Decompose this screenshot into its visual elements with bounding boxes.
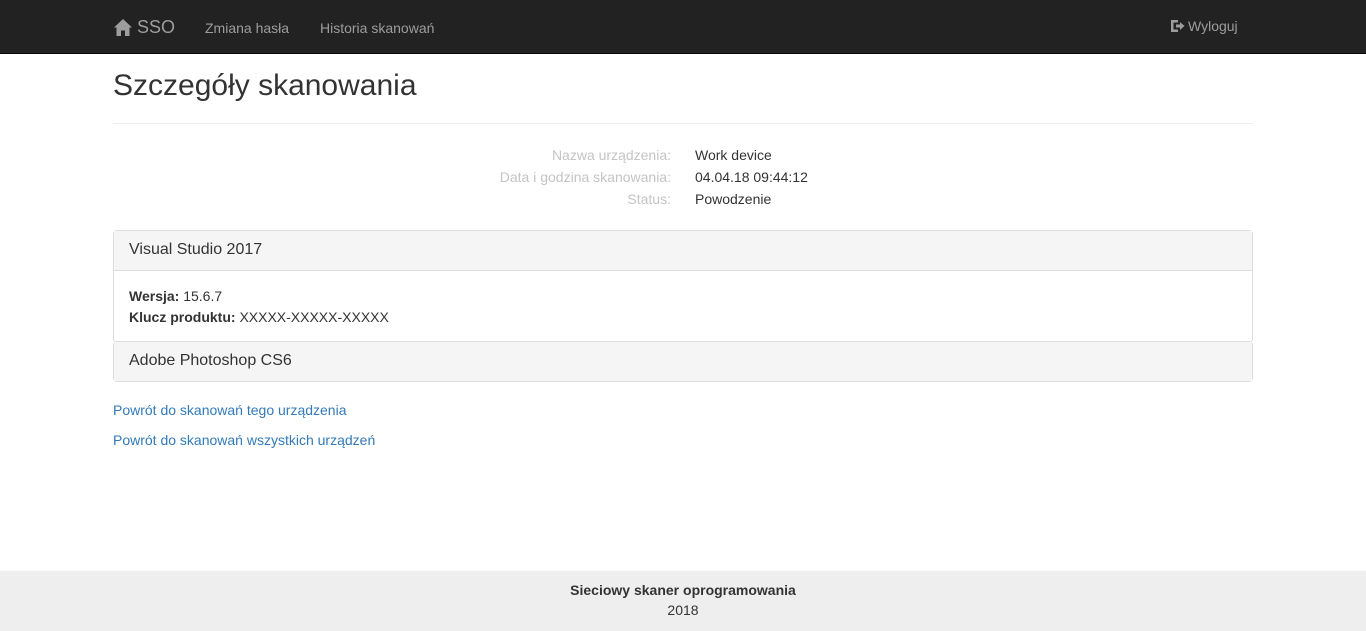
scan-details: Nazwa urządzenia: Work device Data i god… [113, 145, 1253, 211]
back-to-all-scans-link[interactable]: Powrót do skanowań wszystkich urządzeń [113, 430, 375, 450]
detail-row-device: Nazwa urządzenia: Work device [113, 145, 1253, 167]
footer-title: Sieciowy skaner oprogramowania [570, 582, 796, 598]
panel-body: Wersja: 15.6.7 Klucz produktu: XXXXX-XXX… [114, 270, 1252, 342]
detail-row-datetime: Data i godzina skanowania: 04.04.18 09:4… [113, 167, 1253, 189]
detail-value: Powodzenie [695, 191, 772, 207]
footer-year: 2018 [667, 602, 699, 618]
home-icon [114, 18, 132, 36]
brand-link[interactable]: SSO [113, 15, 175, 39]
version-line: Wersja: 15.6.7 [129, 286, 1237, 307]
detail-row-status: Status: Powodzenie [113, 189, 1253, 211]
detail-label: Status: [627, 191, 671, 207]
page-title: Szczegóły skanowania [113, 69, 417, 102]
footer: Sieciowy skaner oprogramowania 2018 [0, 571, 1366, 631]
detail-value: 04.04.18 09:44:12 [695, 169, 808, 185]
version-label: Wersja: [129, 288, 180, 304]
brand-label: SSO [137, 16, 176, 37]
software-panel-photoshop: Adobe Photoshop CS6 [113, 341, 1253, 382]
detail-value: Work device [695, 147, 772, 163]
panel-heading[interactable]: Visual Studio 2017 [114, 231, 1252, 270]
software-panel-visual-studio: Visual Studio 2017 Wersja: 15.6.7 Klucz … [113, 230, 1253, 343]
divider [113, 123, 1253, 124]
detail-label: Nazwa urządzenia: [551, 147, 671, 163]
navbar: SSO Zmiana hasła Historia skanowań Wylog… [0, 0, 1366, 54]
logout-icon [1171, 20, 1185, 32]
logout-link[interactable]: Wyloguj [1170, 17, 1238, 35]
nav-scan-history[interactable]: Historia skanowań [320, 19, 434, 37]
product-key-value: XXXXX-XXXXX-XXXXX [239, 309, 389, 325]
panel-heading[interactable]: Adobe Photoshop CS6 [114, 342, 1252, 381]
product-key-line: Klucz produktu: XXXXX-XXXXX-XXXXX [129, 307, 1237, 328]
detail-label: Data i godzina skanowania: [499, 169, 671, 185]
logout-label: Wyloguj [1188, 18, 1238, 34]
version-value: 15.6.7 [183, 288, 223, 304]
product-key-label: Klucz produktu: [129, 309, 236, 325]
nav-change-password[interactable]: Zmiana hasła [205, 19, 289, 37]
back-to-device-scans-link[interactable]: Powrót do skanowań tego urządzenia [113, 400, 346, 420]
